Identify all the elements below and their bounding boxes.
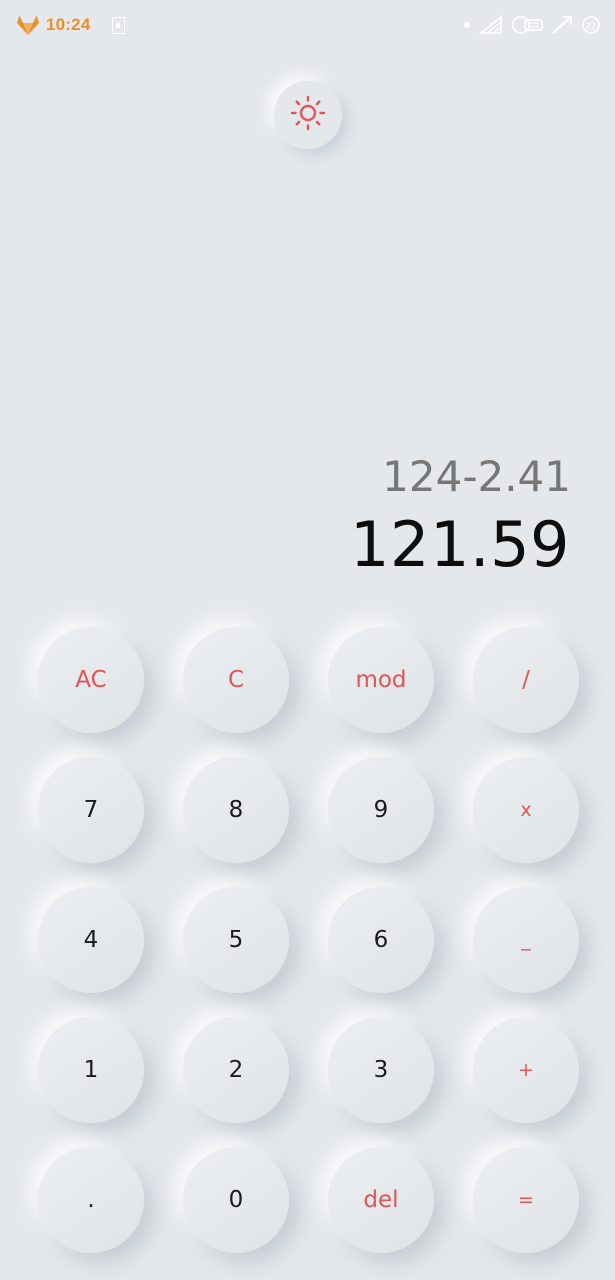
vowifi-icon (511, 15, 543, 35)
battery-icon: 22 (581, 15, 601, 35)
battery-level: 22 (586, 22, 596, 31)
key-0[interactable]: 0 (183, 1147, 289, 1253)
key-multiply[interactable]: x (473, 757, 579, 863)
signal-icon (551, 15, 573, 35)
key-divide[interactable]: / (473, 627, 579, 733)
status-clock: 10:24 (46, 15, 91, 34)
dot-icon (463, 21, 471, 29)
key-8[interactable]: 8 (183, 757, 289, 863)
expression-display: 124-2.41 (382, 452, 571, 501)
key-9[interactable]: 9 (328, 757, 434, 863)
gitlab-fox-icon (16, 14, 40, 36)
key-6[interactable]: 6 (328, 887, 434, 993)
key-5[interactable]: 5 (183, 887, 289, 993)
theme-toggle-button[interactable] (274, 81, 342, 149)
key-4[interactable]: 4 (38, 887, 144, 993)
key-2[interactable]: 2 (183, 1017, 289, 1123)
status-bar-right: 22 (463, 12, 601, 38)
status-bar: 10:24 22 (0, 0, 615, 50)
key-all-clear[interactable]: AC (38, 627, 144, 733)
key-delete[interactable]: del (328, 1147, 434, 1253)
wifi-icon (479, 15, 503, 35)
key-equals[interactable]: = (473, 1147, 579, 1253)
key-clear[interactable]: C (183, 627, 289, 733)
key-decimal[interactable]: . (38, 1147, 144, 1253)
status-bar-left: 10:24 (16, 12, 126, 38)
key-1[interactable]: 1 (38, 1017, 144, 1123)
keypad: AC C mod / 7 8 9 x 4 5 6 _ 1 2 3 + . 0 d… (38, 627, 579, 1253)
key-subtract[interactable]: _ (473, 887, 579, 993)
sun-icon (289, 94, 327, 136)
key-7[interactable]: 7 (38, 757, 144, 863)
key-3[interactable]: 3 (328, 1017, 434, 1123)
result-display: 121.59 (350, 508, 570, 581)
sim-card-icon (112, 16, 126, 34)
key-add[interactable]: + (473, 1017, 579, 1123)
key-modulo[interactable]: mod (328, 627, 434, 733)
